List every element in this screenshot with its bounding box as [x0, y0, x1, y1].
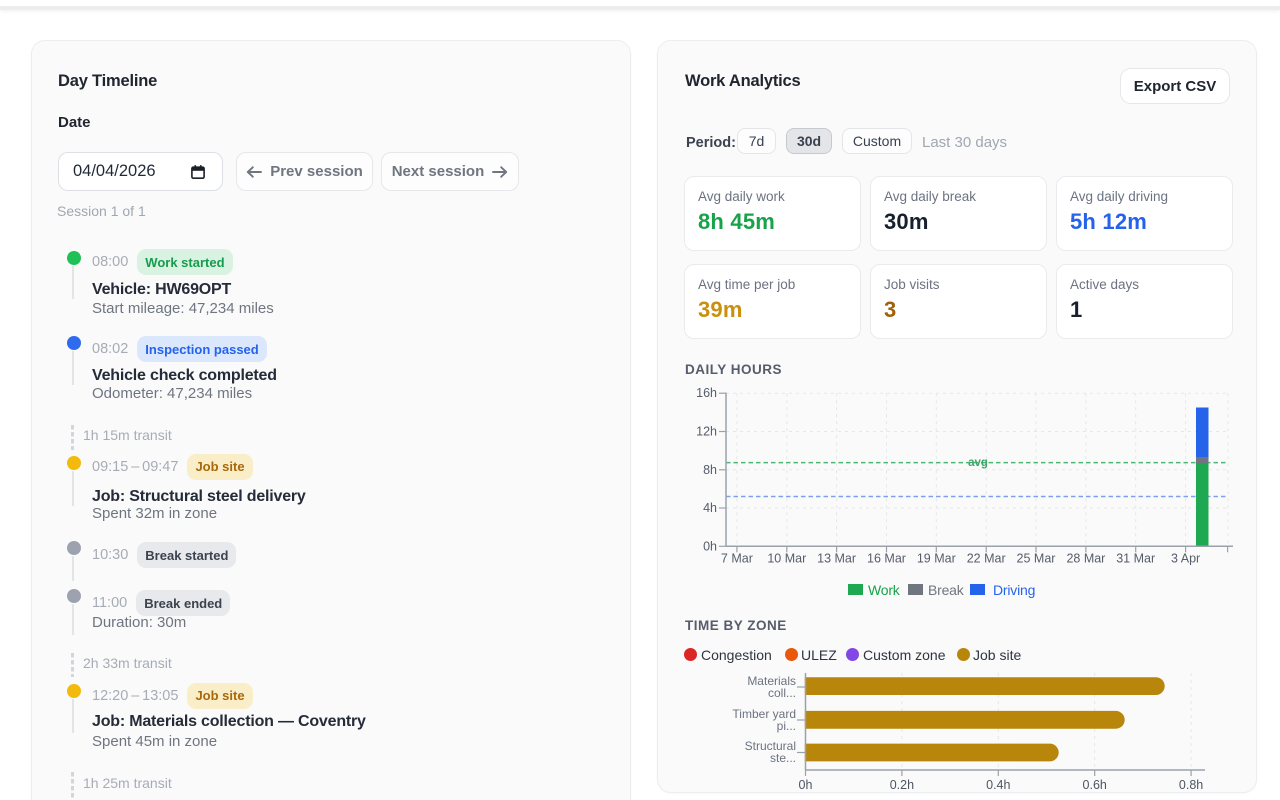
svg-text:ste...: ste... — [770, 751, 796, 765]
svg-text:avg: avg — [968, 457, 988, 469]
svg-text:0.4h: 0.4h — [986, 778, 1010, 792]
svg-text:3 Apr: 3 Apr — [1171, 552, 1200, 566]
svg-text:12h: 12h — [696, 425, 717, 439]
svg-text:16h: 16h — [696, 386, 717, 400]
svg-text:19 Mar: 19 Mar — [917, 552, 956, 566]
svg-text:0.6h: 0.6h — [1083, 778, 1107, 792]
svg-text:0h: 0h — [703, 539, 717, 553]
svg-text:0h: 0h — [799, 778, 813, 792]
svg-text:4h: 4h — [703, 501, 717, 515]
svg-text:pi...: pi... — [777, 719, 796, 733]
svg-text:31 Mar: 31 Mar — [1116, 552, 1155, 566]
svg-text:28 Mar: 28 Mar — [1066, 552, 1105, 566]
svg-text:16 Mar: 16 Mar — [867, 552, 906, 566]
svg-text:0.2h: 0.2h — [890, 778, 914, 792]
svg-text:13 Mar: 13 Mar — [817, 552, 856, 566]
svg-text:7 Mar: 7 Mar — [721, 552, 753, 566]
svg-text:coll...: coll... — [768, 686, 796, 700]
svg-text:0.8h: 0.8h — [1179, 778, 1203, 792]
svg-text:25 Mar: 25 Mar — [1017, 552, 1056, 566]
svg-text:8h: 8h — [703, 463, 717, 477]
svg-text:10 Mar: 10 Mar — [767, 552, 806, 566]
svg-text:22 Mar: 22 Mar — [967, 552, 1006, 566]
